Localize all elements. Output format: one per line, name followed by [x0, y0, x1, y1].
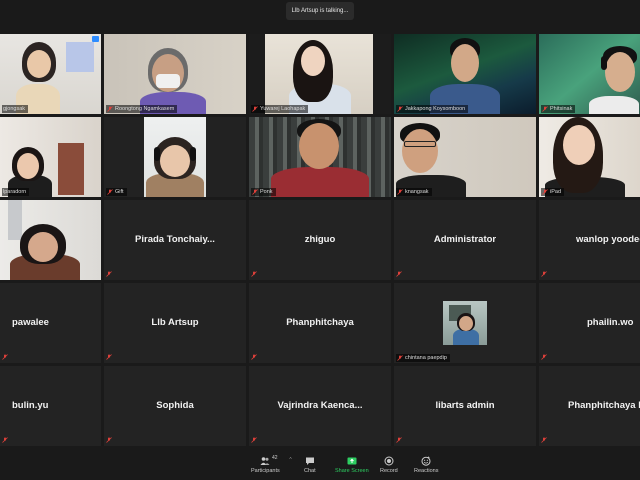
- participant-name-label: Ponk: [251, 188, 276, 196]
- participant-name-label: knangsak: [396, 188, 432, 196]
- mic-muted-icon: [397, 355, 403, 361]
- video-tile[interactable]: iPad: [539, 117, 640, 197]
- participant-name: Sophida: [156, 400, 194, 411]
- reactions-button[interactable]: Reactions: [414, 456, 438, 474]
- active-speaker-banner: Llb Artsup is talking...: [286, 2, 354, 20]
- participant-tile[interactable]: Phanphitchaya P: [539, 366, 640, 446]
- chat-button[interactable]: Chat: [304, 456, 316, 474]
- participant-video: [104, 117, 246, 197]
- participant-tile[interactable]: Vajrindra Kaenca...: [249, 366, 391, 446]
- participant-video: [249, 117, 391, 197]
- video-tile[interactable]: knangsak: [394, 117, 536, 197]
- participant-name-label: iPad: [541, 188, 565, 196]
- participants-button[interactable]: 42 Participants ^: [251, 455, 292, 474]
- participant-name: Vajrindra Kaenca...: [277, 400, 363, 411]
- video-tile[interactable]: gjongsak: [0, 34, 101, 114]
- mic-muted-icon: [541, 437, 547, 443]
- participants-icon: [260, 457, 270, 465]
- participant-name-label: Jakkapong Koysomboon: [396, 105, 469, 113]
- profile-picture: [443, 301, 487, 345]
- participant-video: [539, 117, 640, 197]
- mic-muted-icon: [251, 437, 257, 443]
- participant-name: Administrator: [433, 234, 497, 245]
- participant-tile[interactable]: phailin.wo: [539, 283, 640, 363]
- participant-name: Phanphitchaya: [286, 317, 354, 328]
- participant-tile[interactable]: wanlop yoodee: [539, 200, 640, 280]
- participant-name-label: chintana paepdip: [396, 354, 450, 362]
- participants-count: 42: [272, 455, 278, 461]
- mic-muted-icon: [251, 354, 257, 360]
- participant-tile[interactable]: libarts admin: [394, 366, 536, 446]
- mic-muted-icon: [106, 437, 112, 443]
- video-tile[interactable]: Roongtong Ngamkasem: [104, 34, 246, 114]
- participant-name: libarts admin: [435, 400, 495, 411]
- participant-name: phailin.wo: [587, 317, 634, 328]
- participant-tile[interactable]: Phanphitchaya: [249, 283, 391, 363]
- chat-icon: [305, 457, 314, 465]
- participant-video: [0, 200, 101, 280]
- mic-muted-icon: [251, 271, 257, 277]
- mic-muted-icon: [541, 271, 547, 277]
- participant-name: Pirada Tonchaiy...: [135, 234, 215, 245]
- participant-tile[interactable]: Sophida: [104, 366, 246, 446]
- options-icon[interactable]: [92, 36, 99, 42]
- record-icon: [384, 456, 394, 466]
- participant-name: Llb Artsup: [151, 317, 199, 328]
- participant-name-label: gjongsak: [2, 105, 29, 113]
- mic-muted-icon: [396, 437, 402, 443]
- mic-muted-icon: [397, 106, 403, 112]
- record-button[interactable]: Record: [380, 456, 398, 474]
- participant-tile[interactable]: Administrator: [394, 200, 536, 280]
- participant-name-label: Roongtong Ngamkasem: [106, 105, 178, 113]
- video-tile[interactable]: Jakkapong Koysomboon: [394, 34, 536, 114]
- participant-video: [104, 34, 246, 114]
- mic-muted-icon: [397, 189, 403, 195]
- video-tile[interactable]: Phitsinak: [539, 34, 640, 114]
- participant-name-label: Gift: [106, 188, 127, 196]
- participant-tile[interactable]: pawalee: [0, 283, 101, 363]
- reactions-icon: [421, 456, 431, 466]
- participant-name: pawalee: [12, 317, 49, 328]
- participant-tile[interactable]: Llb Artsup: [104, 283, 246, 363]
- mic-muted-icon: [2, 354, 8, 360]
- participant-video: [0, 34, 101, 114]
- participant-name: Phanphitchaya P: [568, 400, 640, 411]
- mic-muted-icon: [541, 354, 547, 360]
- participant-video: [0, 117, 101, 197]
- video-tile[interactable]: [0, 200, 101, 280]
- mic-muted-icon: [396, 271, 402, 277]
- video-tile[interactable]: Yuwarej Laohapak: [249, 34, 391, 114]
- mic-muted-icon: [252, 189, 258, 195]
- video-tile[interactable]: Gift: [104, 117, 246, 197]
- participant-name: wanlop yoodee: [576, 234, 640, 245]
- participant-video: [249, 34, 391, 114]
- mic-muted-icon: [542, 189, 548, 195]
- mic-muted-icon: [542, 106, 548, 112]
- share-screen-icon: [347, 457, 357, 465]
- video-tile[interactable]: lparadorn: [0, 117, 101, 197]
- participant-name-label: Yuwarej Laohapak: [251, 105, 309, 113]
- participant-name: zhiguo: [304, 234, 336, 245]
- mic-muted-icon: [107, 189, 113, 195]
- participant-tile[interactable]: chintana paepdip: [394, 283, 536, 363]
- participant-tile[interactable]: bulin.yu: [0, 366, 101, 446]
- chevron-up-icon[interactable]: ^: [289, 457, 291, 463]
- participant-tile[interactable]: Pirada Tonchaiy...: [104, 200, 246, 280]
- mic-muted-icon: [252, 106, 258, 112]
- video-tile-active-speaker[interactable]: Ponk: [249, 117, 391, 197]
- share-screen-button[interactable]: Share Screen: [335, 456, 369, 474]
- meeting-toolbar: 42 Participants ^ Chat Share Screen Reco…: [0, 452, 640, 480]
- mic-muted-icon: [106, 271, 112, 277]
- participant-video: [539, 34, 640, 114]
- participant-name: bulin.yu: [12, 400, 49, 411]
- mic-muted-icon: [2, 437, 8, 443]
- participant-video: [394, 117, 536, 197]
- mic-muted-icon: [107, 106, 113, 112]
- mic-muted-icon: [106, 354, 112, 360]
- participant-name-label: lparadorn: [2, 188, 30, 196]
- meeting-gallery: Llb Artsup is talking... gjongsak Roongt…: [0, 0, 640, 480]
- participant-video: [394, 34, 536, 114]
- participant-tile[interactable]: zhiguo: [249, 200, 391, 280]
- participant-name-label: Phitsinak: [541, 105, 576, 113]
